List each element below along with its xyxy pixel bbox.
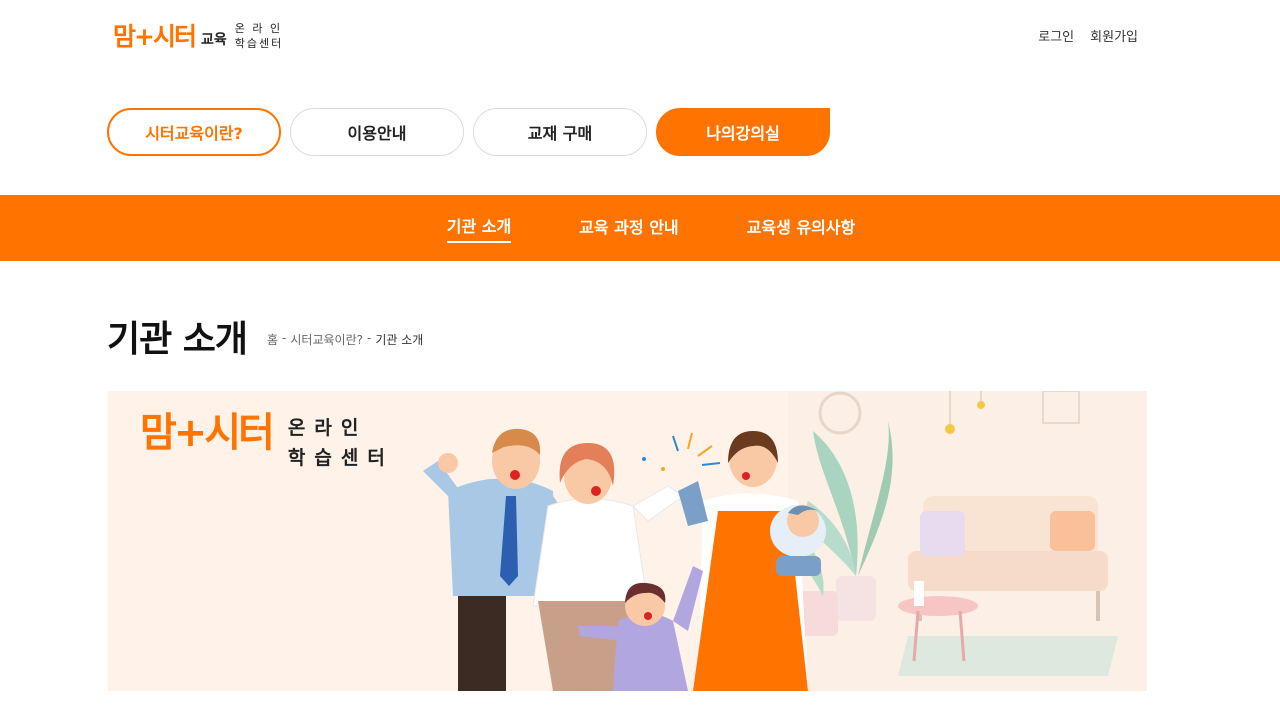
login-link[interactable]: 로그인 <box>1038 26 1074 45</box>
banner-subtitle-line1: 온라인 <box>287 417 368 439</box>
breadcrumb-section[interactable]: 시터교육이란? <box>290 331 363 348</box>
main-nav: 시터교육이란? 이용안내 교재 구매 나의강의실 <box>107 108 830 156</box>
utility-links: 로그인 회원가입 <box>1038 26 1138 45</box>
subnav-institution-intro[interactable]: 기관 소개 <box>446 213 512 243</box>
nav-textbook-purchase[interactable]: 교재 구매 <box>473 108 647 156</box>
breadcrumb-current: 기관 소개 <box>375 333 424 347</box>
logo-subtitle-line1: 온 라 인 <box>234 22 283 35</box>
breadcrumb-home[interactable]: 홈 <box>267 331 278 348</box>
logo-edu-text: 교육 <box>200 32 227 48</box>
breadcrumb-separator: - <box>367 331 372 345</box>
sub-nav-bar: 기관 소개 교육 과정 안내 교육생 유의사항 <box>0 195 1280 261</box>
intro-banner: 맘+시터 온라인 학습센터 <box>108 391 1147 691</box>
banner-logo-mark: 맘+시터 <box>140 410 275 456</box>
page-title: 기관 소개 <box>107 319 248 360</box>
nav-my-classroom[interactable]: 나의강의실 <box>656 108 830 156</box>
nav-sitter-education[interactable]: 시터교육이란? <box>107 108 281 156</box>
banner-subtitle-line2: 학습센터 <box>287 447 394 469</box>
logo-subtitle: 온 라 인 학습센터 <box>235 21 283 51</box>
nav-usage-guide[interactable]: 이용안내 <box>290 108 464 156</box>
banner-logo-subtitle: 온라인 학습센터 <box>288 413 394 473</box>
breadcrumb: 홈 - 시터교육이란? - 기관 소개 <box>267 331 423 348</box>
breadcrumb-separator: - <box>282 331 287 345</box>
site-logo[interactable]: 맘+시터 교육 온 라 인 학습센터 <box>113 18 283 54</box>
logo-subtitle-line2: 학습센터 <box>234 37 284 50</box>
subnav-course-guide[interactable]: 교육 과정 안내 <box>579 214 678 242</box>
banner-logo: 맘+시터 온라인 학습센터 <box>140 413 394 473</box>
signup-link[interactable]: 회원가입 <box>1090 26 1138 45</box>
site-header: 맘+시터 교육 온 라 인 학습센터 로그인 회원가입 <box>0 0 1280 80</box>
logo-mark: 맘+시터 <box>113 21 197 51</box>
subnav-trainee-notes[interactable]: 교육생 유의사항 <box>747 214 856 242</box>
